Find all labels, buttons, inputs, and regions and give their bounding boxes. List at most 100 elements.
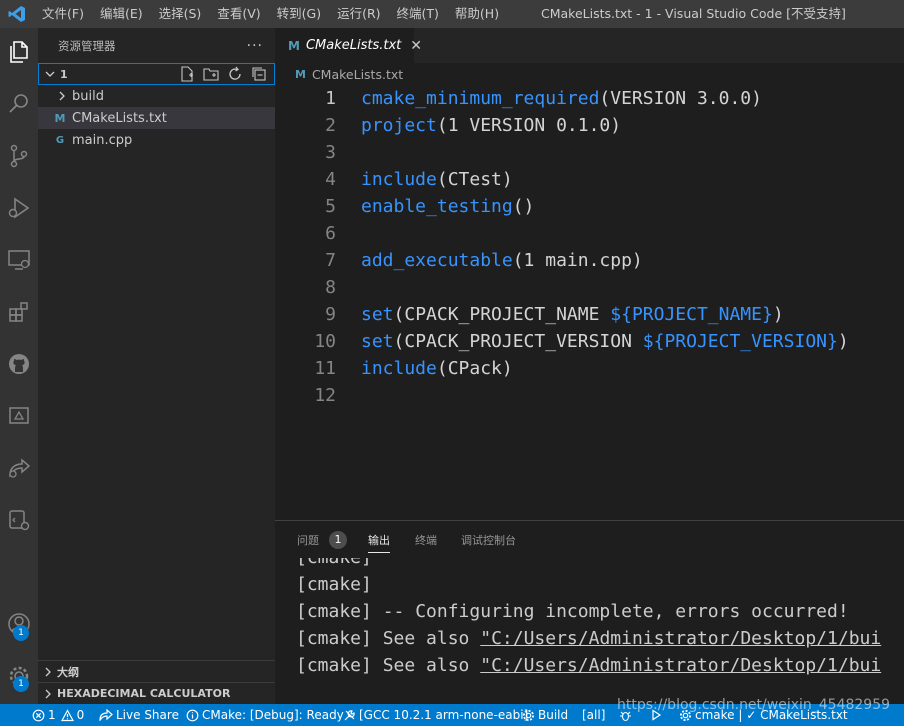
- hex-calculator-section-label: HEXADECIMAL CALCULATOR: [57, 687, 231, 700]
- menu-go[interactable]: 转到(G): [269, 0, 329, 28]
- output-line: [cmake] See also "C:/Users/Administrator…: [296, 655, 882, 676]
- new-file-icon[interactable]: [178, 65, 196, 83]
- explorer-title: 资源管理器: [58, 38, 116, 53]
- live-share-icon[interactable]: [0, 446, 38, 490]
- collapse-all-icon[interactable]: [250, 65, 268, 83]
- more-actions-button[interactable]: ···: [247, 38, 263, 54]
- search-icon[interactable]: [0, 82, 38, 126]
- status-cmake[interactable]: CMake: [Debug]: Ready: [186, 704, 344, 726]
- menu-file[interactable]: 文件(F): [34, 0, 92, 28]
- remote-explorer-icon[interactable]: [0, 238, 38, 282]
- tree-item-main-cpp[interactable]: G main.cpp: [38, 129, 275, 151]
- source-control-icon[interactable]: [0, 134, 38, 178]
- chevron-right-icon: [43, 689, 57, 699]
- tree-item-label: build: [72, 88, 104, 104]
- output-line: [cmake] See also "C:/Users/Administrator…: [296, 628, 882, 649]
- code-text: project(1 VERSION 0.1.0): [361, 112, 621, 139]
- output-path-link[interactable]: "C:/Users/Administrator/Desktop/1/bui: [480, 655, 881, 676]
- error-icon: [32, 709, 45, 721]
- run-debug-icon[interactable]: [0, 186, 38, 230]
- chevron-right-icon: [43, 667, 57, 677]
- menu-run[interactable]: 运行(R): [329, 0, 388, 28]
- output-line: [cmake] -- Configuring incomplete, error…: [296, 601, 849, 622]
- line-number: 8: [325, 277, 336, 298]
- code-token: ): [837, 331, 849, 352]
- editor-tabs: M CMakeLists.txt ✕: [275, 28, 904, 63]
- code-variable: ${PROJECT_NAME}: [610, 304, 773, 325]
- code-text: include(CTest): [361, 166, 513, 193]
- line-number: 5: [325, 196, 336, 217]
- status-target[interactable]: [all]: [582, 704, 605, 726]
- vscode-logo-icon: [0, 0, 34, 28]
- menu-view[interactable]: 查看(V): [209, 0, 268, 28]
- status-problems[interactable]: 1 0: [32, 704, 84, 726]
- menu-terminal[interactable]: 终端(T): [389, 0, 447, 28]
- github-icon[interactable]: [0, 342, 38, 386]
- settings-badge: 1: [13, 676, 29, 692]
- explorer-header: 资源管理器 ···: [38, 28, 275, 63]
- explorer-sidebar: 资源管理器 ··· 1 build M CMakeLists.txt G mai…: [38, 28, 275, 704]
- menu-edit[interactable]: 编辑(E): [92, 0, 151, 28]
- code-function: set: [361, 331, 394, 352]
- hex-calculator-section[interactable]: HEXADECIMAL CALCULATOR: [38, 682, 275, 704]
- code-text: add_executable(1 main.cpp): [361, 247, 643, 274]
- tree-item-build[interactable]: build: [38, 85, 275, 107]
- tree-item-cmakelists[interactable]: M CMakeLists.txt: [38, 107, 275, 129]
- breadcrumb-item[interactable]: CMakeLists.txt: [312, 67, 403, 82]
- explorer-icon[interactable]: [0, 30, 38, 74]
- outline-section-label: 大纲: [57, 665, 79, 679]
- code-token: (CTest): [436, 169, 513, 190]
- line-number: 9: [325, 304, 336, 325]
- cmake-file-icon: M: [288, 38, 300, 53]
- code-text: set(CPACK_PROJECT_VERSION ${PROJECT_VERS…: [361, 328, 849, 355]
- output-view[interactable]: [cmake] [cmake] [cmake] -- Configuring i…: [296, 558, 904, 705]
- tab-debug-console[interactable]: 调试控制台: [461, 532, 516, 548]
- code-function: enable_testing: [361, 196, 513, 217]
- chevron-right-icon: [54, 91, 70, 101]
- code-token: (1 main.cpp): [512, 250, 643, 271]
- live-share-icon: [99, 709, 113, 721]
- status-build[interactable]: Build: [522, 704, 568, 726]
- device-manager-icon[interactable]: [0, 394, 38, 438]
- refresh-icon[interactable]: [226, 65, 244, 83]
- code-token: (CPACK_PROJECT_NAME: [393, 304, 611, 325]
- menu-selection[interactable]: 选择(S): [151, 0, 210, 28]
- cmake-tools-icon[interactable]: [0, 498, 38, 542]
- workspace-folder-header[interactable]: 1: [38, 63, 275, 85]
- warning-icon: [60, 708, 74, 721]
- tree-item-label: main.cpp: [72, 132, 133, 148]
- extensions-icon[interactable]: [0, 290, 38, 334]
- line-number: 4: [325, 169, 336, 190]
- code-token: (CPACK_PROJECT_VERSION: [393, 331, 643, 352]
- tab-cmakelists[interactable]: M CMakeLists.txt ✕: [275, 28, 422, 63]
- gear-icon: [523, 709, 534, 721]
- line-number: 6: [325, 223, 336, 244]
- status-kit[interactable]: [GCC 10.2.1 arm-none-eabi]: [343, 704, 528, 726]
- tab-label: CMakeLists.txt: [305, 38, 402, 53]
- tab-output[interactable]: 输出: [368, 532, 390, 553]
- code-token: (): [512, 196, 535, 217]
- cmake-file-icon: M: [54, 111, 66, 125]
- cmake-file-icon: M: [295, 67, 306, 81]
- code-text: cmake_minimum_required(VERSION 3.0.0): [361, 85, 762, 112]
- tree-item-label: CMakeLists.txt: [72, 110, 167, 126]
- new-folder-icon[interactable]: [202, 65, 220, 83]
- line-number: 11: [314, 358, 336, 379]
- chevron-down-icon: [42, 69, 58, 79]
- explorer-actions: [178, 64, 268, 84]
- tab-terminal[interactable]: 终端: [415, 532, 437, 548]
- code-text: enable_testing(): [361, 193, 534, 220]
- code-variable: ${PROJECT_VERSION}: [642, 331, 838, 352]
- cpp-file-icon: G: [55, 134, 65, 146]
- close-icon[interactable]: ✕: [410, 38, 422, 54]
- status-live-share[interactable]: Live Share: [99, 704, 179, 726]
- menu-help[interactable]: 帮助(H): [447, 0, 507, 28]
- line-number: 3: [325, 142, 336, 163]
- output-line: [cmake]: [296, 574, 372, 595]
- outline-section[interactable]: 大纲: [38, 660, 275, 682]
- code-token: (1 VERSION 0.1.0): [436, 115, 622, 136]
- activity-bar: 1 1: [0, 28, 38, 704]
- tab-problems[interactable]: 问题: [297, 532, 319, 548]
- code-function: include: [361, 169, 437, 190]
- output-path-link[interactable]: "C:/Users/Administrator/Desktop/1/bui: [480, 628, 881, 649]
